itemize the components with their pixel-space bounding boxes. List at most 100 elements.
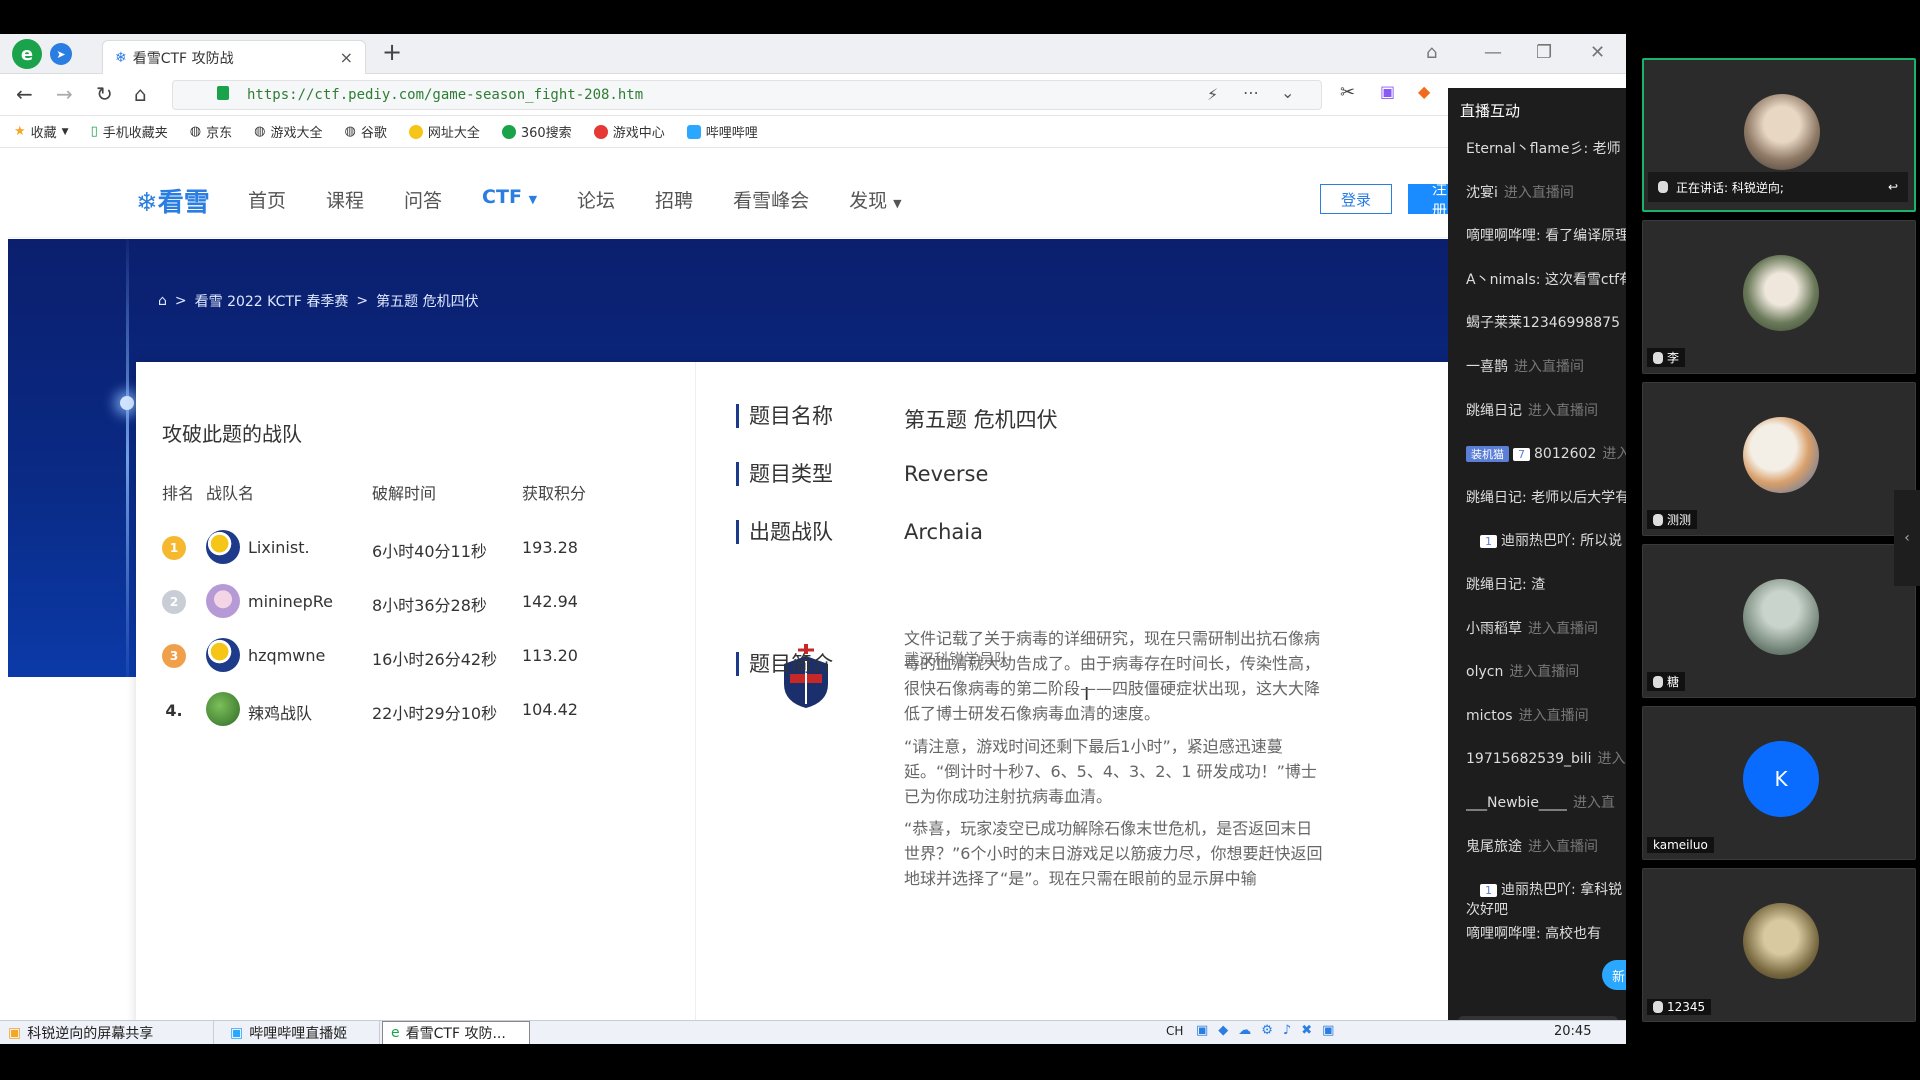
close-window-icon[interactable]: ✕ <box>1590 42 1605 63</box>
more-icon[interactable]: ⋯ <box>1243 83 1259 102</box>
nav-courses[interactable]: 课程 <box>326 186 364 213</box>
bookmark-item[interactable]: ★ 收藏 ▼ <box>14 122 69 141</box>
telegram-icon[interactable]: ➤ <box>50 43 72 65</box>
video-tile[interactable]: K kameiluo <box>1642 706 1916 860</box>
chat-text: olycn <box>1466 664 1504 681</box>
input-method-indicator[interactable]: CH <box>1166 1024 1183 1038</box>
lightning-icon[interactable]: ⚡ <box>1207 85 1218 104</box>
avatar <box>206 530 240 564</box>
collapse-sidebar-icon[interactable]: ‹ <box>1894 490 1920 586</box>
bookmark-item[interactable]: 网址大全 <box>408 122 480 141</box>
bookmark-item[interactable]: 哔哩哔哩 <box>686 122 758 141</box>
challenge-info: 题目名称 第五题 危机四伏 题目类型 Reverse 出题战队 Archaia … <box>736 362 1436 1044</box>
browser-tab[interactable]: ❄ 看雪CTF 攻防战 × <box>102 40 366 74</box>
taskbar-item[interactable]: e 看雪CTF 攻防... <box>382 1021 530 1044</box>
chat-system-note: 进入直播间 <box>1503 184 1574 201</box>
solve-time: 6小时40分11秒 <box>372 542 487 561</box>
video-tile[interactable]: 测测 <box>1642 382 1916 536</box>
score: 193.28 <box>522 538 578 557</box>
game-center-icon <box>593 124 608 139</box>
breadcrumb: ⌂ > 看雪 2022 KCTF 春季赛 > 第五题 危机四伏 <box>158 291 479 311</box>
site-logo[interactable]: ❄看雪 <box>136 182 210 219</box>
chat-text: 迪丽热巴吖: 拿科锐 <box>1501 882 1623 899</box>
address-bar[interactable]: https://ctf.pediy.com/game-season_fight-… <box>172 80 1322 110</box>
intro-paragraph: “请注意，游戏时间还剩下最后1小时”，紧迫感迅速蔓延。“倒计时十秒7、6、5、4… <box>904 737 1317 806</box>
breadcrumb-season[interactable]: 看雪 2022 KCTF 春季赛 <box>195 291 349 311</box>
chat-text: 19715682539_bili <box>1466 751 1592 768</box>
nav-discover-label: 发现 <box>849 190 888 212</box>
snowflake-icon: ❄ <box>136 188 158 218</box>
avatar <box>1743 579 1819 655</box>
author-team-value: Archaia <box>904 520 983 544</box>
chevron-down-icon[interactable]: ⌄ <box>1281 83 1294 102</box>
taskbar: ▣ 科锐逆向的屏幕共享 ▣ 哔哩哔哩直播姬 e 看雪CTF 攻防... CH ▣◆☁⚙… <box>0 1020 1626 1044</box>
bookmark-label: 手机收藏夹 <box>102 126 168 141</box>
bilibili-icon: ▣ <box>230 1025 244 1041</box>
badge-level: 7 <box>1513 448 1530 462</box>
bookmark-item[interactable]: 游戏中心 <box>593 122 665 141</box>
screen: e ➤ ❄ 看雪CTF 攻防战 × + ⌂ — ❐ ✕ ← → ↻ ⌂ http… <box>0 0 1920 1080</box>
bookmark-label: 收藏 <box>30 126 57 141</box>
table-row[interactable]: 4. 辣鸡战队 22小时29分10秒 104.42 <box>162 688 682 728</box>
new-messages-button[interactable]: 新 <box>1602 960 1626 990</box>
nav-summit[interactable]: 看雪峰会 <box>733 186 809 213</box>
home-icon[interactable]: ⌂ <box>158 293 167 309</box>
nav-forum[interactable]: 论坛 <box>577 186 615 213</box>
game-icon[interactable]: ◆ <box>1418 82 1430 101</box>
video-tile[interactable]: 李 <box>1642 220 1916 374</box>
team-name[interactable]: 辣鸡战队 <box>248 700 312 724</box>
forward-icon[interactable]: → <box>56 82 73 106</box>
bookmark-item[interactable]: ◍ 游戏大全 <box>254 122 322 141</box>
restore-icon[interactable]: ❐ <box>1536 42 1552 63</box>
reload-icon[interactable]: ↻ <box>96 82 113 106</box>
video-tile[interactable]: 糖 <box>1642 544 1916 698</box>
login-button[interactable]: 登录 <box>1320 184 1392 214</box>
bookmark-item[interactable]: ◍ 谷歌 <box>344 122 386 141</box>
speaking-indicator: 正在讲话: 科锐逆向; ↩ <box>1648 172 1908 202</box>
clock: 20:45 <box>1554 1024 1592 1039</box>
bilibili-icon <box>686 124 701 139</box>
bookmarks-bar: ★ 收藏 ▼ ▯ 手机收藏夹 ◍ 京东 ◍ 游戏大全 ◍ 谷歌 网址大全 360搜索 游戏中… <box>0 116 1626 148</box>
nav-discover[interactable]: 发现 ▼ <box>849 186 902 213</box>
fan-badge: 装机猫 <box>1466 446 1509 463</box>
team-name[interactable]: Lixinist. <box>248 538 310 557</box>
table-row[interactable]: 1 Lixinist. 6小时40分11秒 193.28 <box>162 526 682 566</box>
nav-ctf[interactable]: CTF ▼ <box>482 186 537 213</box>
table-row[interactable]: 3 hzqmwne 16小时26分42秒 113.20 <box>162 634 682 674</box>
nav-qa[interactable]: 问答 <box>404 186 442 213</box>
chat-message: 1 迪丽热巴吖: 拿科锐 次好吧 <box>1466 879 1626 919</box>
close-tab-icon[interactable]: × <box>340 48 353 67</box>
chat-text: 迪丽热巴吖: 所以说 <box>1501 533 1623 550</box>
browser-logo-icon: e <box>12 39 42 69</box>
wardrobe-icon[interactable]: ⌂ <box>1426 42 1437 63</box>
bookmark-item[interactable]: ◍ 京东 <box>190 122 232 141</box>
intro-paragraph: 文件记载了关于病毒的详细研究，现在只需研制出抗石像病毒的血清就大功告成了。由于病… <box>904 629 1321 723</box>
bookmark-item[interactable]: ▯ 手机收藏夹 <box>91 122 168 141</box>
minimize-icon[interactable]: — <box>1484 42 1502 63</box>
scissors-icon[interactable]: ✂ <box>1340 82 1355 103</box>
nav-jobs[interactable]: 招聘 <box>655 186 693 213</box>
taskbar-label: 哔哩哔哩直播姬 <box>249 1026 348 1042</box>
chat-message: mictos 进入直播间 <box>1466 705 1626 725</box>
score: 142.94 <box>522 592 578 611</box>
translate-icon[interactable]: ▣ <box>1380 82 1395 101</box>
video-tile[interactable]: 正在讲话: 科锐逆向; ↩ <box>1642 58 1916 212</box>
taskbar-item[interactable]: ▣ 哔哩哔哩直播姬 <box>222 1021 380 1044</box>
back-icon[interactable]: ← <box>16 82 33 106</box>
team-name[interactable]: hzqmwne <box>248 646 325 665</box>
nav-home[interactable]: 首页 <box>248 186 286 213</box>
table-row[interactable]: 2 mininepRe 8小时36分28秒 142.94 <box>162 580 682 620</box>
video-tile[interactable]: 12345 <box>1642 868 1916 1022</box>
chat-message: 沈宴i 进入直播间 <box>1466 182 1626 202</box>
reply-icon[interactable]: ↩ <box>1888 180 1898 194</box>
taskbar-item[interactable]: ▣ 科锐逆向的屏幕共享 <box>0 1021 214 1044</box>
new-tab-button[interactable]: + <box>382 38 402 66</box>
chat-text: A丶nimals: 这次看雪ctf有 <box>1466 271 1626 288</box>
team-name[interactable]: mininepRe <box>248 592 333 611</box>
score: 104.42 <box>522 700 578 719</box>
chat-message: 装机猫 7 8012602 进入 <box>1466 443 1626 463</box>
chat-message: 跳绳日记: 老师以后大学有 <box>1466 487 1626 507</box>
bookmark-item[interactable]: 360搜索 <box>501 122 572 141</box>
home-icon[interactable]: ⌂ <box>134 82 147 106</box>
tray-icons[interactable]: ▣◆☁⚙♪✖▣ <box>1196 1023 1344 1038</box>
